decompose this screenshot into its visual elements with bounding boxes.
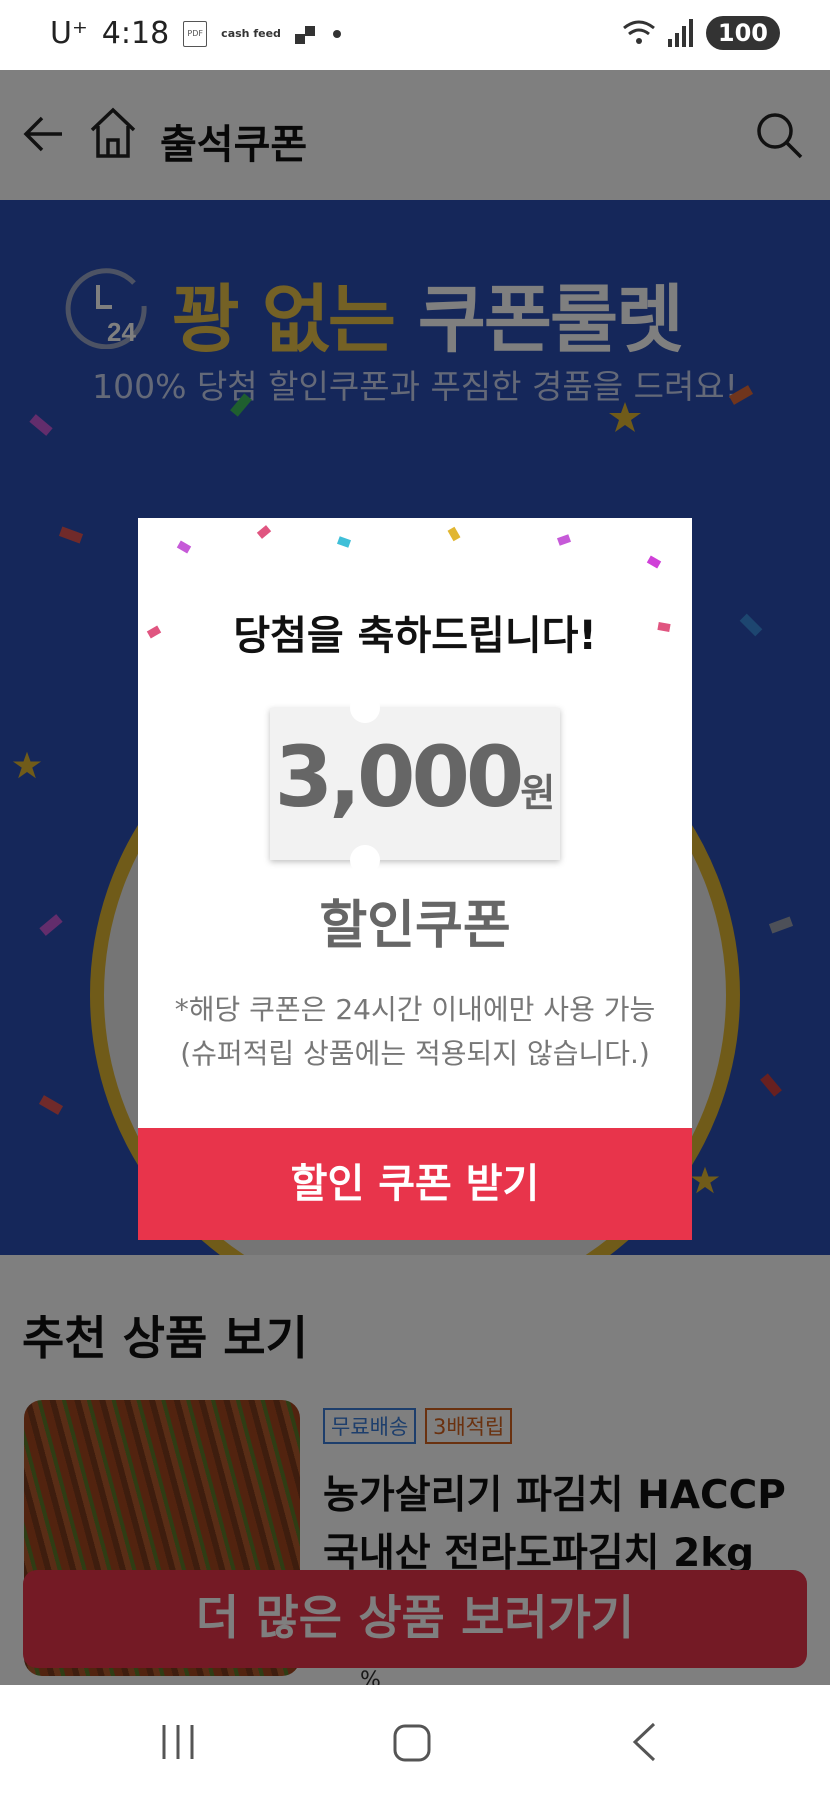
cashfeed-icon: cash feed [221, 27, 281, 40]
coupon-ticket: 3,000원 [270, 693, 560, 875]
confetti-piece [336, 536, 352, 548]
app-notification-icon [294, 25, 315, 44]
carrier-label: U⁺ [50, 16, 88, 51]
confetti-piece [256, 525, 272, 539]
wifi-icon [622, 20, 655, 44]
confetti-piece [556, 534, 572, 546]
back-nav-icon[interactable] [630, 1721, 658, 1763]
win-modal: 당첨을 축하드립니다! 3,000원 할인쿠폰 *해당 쿠폰은 24시간 이내에… [138, 518, 692, 1240]
coupon-amount-unit: 원 [520, 771, 556, 815]
coupon-note: *해당 쿠폰은 24시간 이내에만 사용 가능 (슈퍼적립 상품에는 적용되지 … [138, 988, 692, 1076]
coupon-notch-top [350, 693, 380, 723]
notification-dot-icon [332, 29, 341, 38]
coupon-note-line1: *해당 쿠폰은 24시간 이내에만 사용 가능 [174, 993, 656, 1026]
signal-icon [667, 19, 693, 47]
confetti-piece [176, 540, 192, 554]
coupon-label: 할인쿠폰 [319, 896, 511, 956]
confetti-piece [447, 526, 461, 542]
modal-title: 당첨을 축하드립니다! [233, 613, 597, 659]
coupon-amount: 3,000원 [270, 728, 560, 826]
recent-apps-icon[interactable] [160, 1723, 196, 1761]
status-bar: U⁺ 4:18 PDF cash feed 100 [0, 0, 830, 70]
home-nav-icon[interactable] [392, 1723, 432, 1763]
battery-icon: 100 [705, 16, 780, 50]
confetti-piece [646, 555, 662, 569]
get-coupon-button[interactable]: 할인 쿠폰 받기 [138, 1128, 692, 1240]
coupon-notch-bottom [350, 845, 380, 875]
system-nav-bar [0, 1685, 830, 1798]
coupon-note-line2: (슈퍼적립 상품에는 적용되지 않습니다.) [180, 1037, 650, 1070]
coupon-amount-value: 3,000 [274, 728, 525, 826]
pdf-icon: PDF [183, 20, 208, 47]
clock-time: 4:18 [101, 16, 170, 51]
